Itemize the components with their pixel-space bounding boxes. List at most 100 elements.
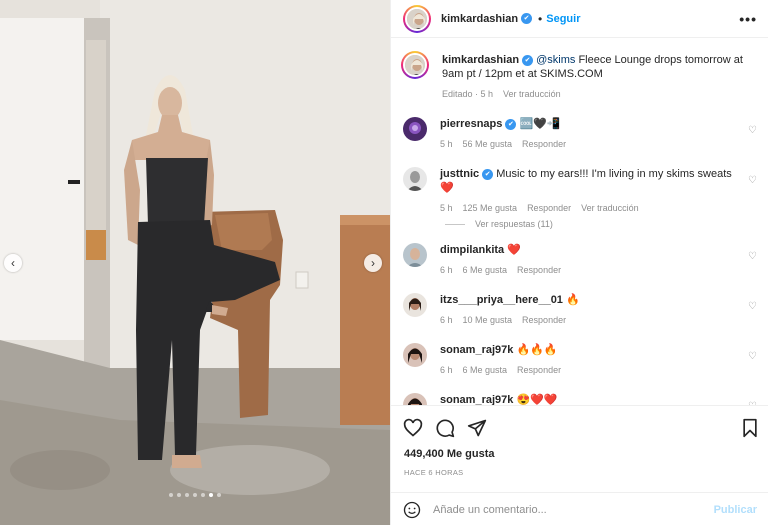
caption-username[interactable]: kimkardashian <box>442 54 519 66</box>
comment-item: sonam_raj97k 🔥🔥🔥 6 h6 Me gusta Responder … <box>403 343 763 375</box>
verified-badge-icon: ✔ <box>521 13 533 24</box>
comment-time: 5 h <box>440 203 453 213</box>
comment-time: 6 h <box>440 315 453 325</box>
comment-input[interactable] <box>433 503 714 516</box>
carousel-dot <box>209 493 213 497</box>
post-actions: 449,400 Me gusta HACE 6 HORAS Publicar <box>391 405 768 525</box>
carousel-dots <box>0 493 390 497</box>
view-replies-button[interactable]: Ver respuestas (11) <box>445 219 553 229</box>
comment-text: 🔥🔥🔥 <box>516 344 558 356</box>
post-header: kimkardashian ✔ • Seguir ••• <box>391 0 768 38</box>
post-photo[interactable]: ‹ › <box>0 0 390 525</box>
post-time: HACE 6 HORAS <box>404 468 464 477</box>
emoji-icon[interactable] <box>403 501 421 519</box>
comment-likes[interactable]: 6 Me gusta <box>463 365 508 375</box>
view-replies-label[interactable]: Ver respuestas (11) <box>475 219 553 229</box>
caption-meta: Editado · 5 h Ver traducción <box>442 89 561 99</box>
author-avatar[interactable] <box>403 4 431 33</box>
avatar-image <box>403 343 427 367</box>
comment-text: 🔥 <box>566 294 580 306</box>
carousel-dot <box>169 493 173 497</box>
reply-button[interactable]: Responder <box>517 265 561 275</box>
replies-line <box>445 223 465 225</box>
reply-button[interactable]: Responder <box>522 139 566 149</box>
carousel-dot <box>177 493 181 497</box>
like-comment-heart-icon[interactable]: ♡ <box>748 301 757 312</box>
comments-list[interactable]: kimkardashian ✔ @skims Fleece Lounge drop… <box>391 39 768 405</box>
comment-time: 6 h <box>440 265 453 275</box>
save-bookmark-icon[interactable] <box>741 418 759 438</box>
caption-edited: Editado <box>442 89 473 99</box>
commenter-avatar[interactable] <box>403 243 427 267</box>
comment-time: 6 h <box>440 365 453 375</box>
comment-username[interactable]: sonam_raj97k <box>440 394 513 405</box>
comment-username[interactable]: itzs___priya__here__01 <box>440 294 563 306</box>
comment-likes[interactable]: 6 Me gusta <box>463 265 508 275</box>
comment-bubble-icon[interactable] <box>435 418 455 438</box>
verified-badge-icon: ✔ <box>505 118 517 130</box>
publish-button[interactable]: Publicar <box>714 504 757 516</box>
reply-button[interactable]: Responder <box>527 203 571 213</box>
post-caption: kimkardashian ✔ @skims Fleece Lounge drop… <box>401 51 763 99</box>
commenter-avatar[interactable] <box>403 293 427 317</box>
like-heart-icon[interactable] <box>403 418 423 438</box>
reply-button[interactable]: Responder <box>517 365 561 375</box>
caption-text: kimkardashian ✔ @skims Fleece Lounge drop… <box>442 53 755 81</box>
comment-likes[interactable]: 10 Me gusta <box>463 315 513 325</box>
like-comment-heart-icon[interactable]: ♡ <box>748 175 757 186</box>
comment-likes[interactable]: 56 Me gusta <box>463 139 513 149</box>
avatar-image <box>403 393 427 405</box>
comment-item: pierresnaps ✔ 🆒🖤📲 5 h 56 Me gusta Responder… <box>403 117 763 149</box>
like-comment-heart-icon[interactable]: ♡ <box>748 251 757 262</box>
avatar-image <box>407 8 427 29</box>
avatar-image <box>403 167 427 191</box>
verified-badge-icon: ✔ <box>482 168 494 180</box>
like-comment-heart-icon[interactable]: ♡ <box>748 351 757 362</box>
add-comment-bar: Publicar <box>391 492 768 525</box>
caption-avatar[interactable] <box>401 51 429 79</box>
more-options-icon[interactable]: ••• <box>739 11 757 27</box>
verified-badge-icon: ✔ <box>522 54 534 66</box>
avatar-image <box>405 55 425 75</box>
action-icons <box>403 418 487 438</box>
separator-dot: • <box>538 11 543 26</box>
likes-count[interactable]: 449,400 Me gusta <box>404 448 495 460</box>
comment-item: sonam_raj97k 😍❤️❤️ ♡ <box>403 393 763 405</box>
carousel-dot <box>185 493 189 497</box>
post-side-panel: kimkardashian ✔ • Seguir ••• kimkardashi… <box>390 0 768 525</box>
comment-item: dimpilankita ❤️ 6 h 6 Me gusta Responder ♡ <box>403 243 763 275</box>
avatar-image <box>403 243 427 267</box>
carousel-dot <box>201 493 205 497</box>
carousel-next-button[interactable]: › <box>364 254 382 272</box>
avatar-image <box>403 293 427 317</box>
carousel-dot <box>217 493 221 497</box>
caption-translate-link[interactable]: Ver traducción <box>503 89 561 99</box>
caption-time: 5 h <box>480 89 494 99</box>
like-comment-heart-icon[interactable]: ♡ <box>748 125 757 136</box>
carousel-dot <box>193 493 197 497</box>
comment-item: itzs___priya__here__01 🔥 6 h 10 Me gusta R… <box>403 293 763 325</box>
comment-likes[interactable]: 125 Me gusta <box>463 203 518 213</box>
author-username[interactable]: kimkardashian <box>441 13 518 25</box>
commenter-avatar[interactable] <box>403 117 427 141</box>
avatar-image <box>403 117 427 141</box>
commenter-avatar[interactable] <box>403 167 427 191</box>
follow-button[interactable]: Seguir <box>546 13 580 25</box>
comment-username[interactable]: dimpilankita <box>440 244 504 256</box>
comment-item: justtnic ✔ Music to my ears!!! I'm living… <box>403 167 763 213</box>
comment-username[interactable]: justtnic <box>440 168 479 180</box>
chevron-left-icon: ‹ <box>11 256 15 270</box>
caption-mention[interactable]: @skims <box>536 54 575 66</box>
commenter-avatar[interactable] <box>403 393 427 405</box>
chevron-right-icon: › <box>371 256 375 270</box>
share-paper-plane-icon[interactable] <box>467 418 487 438</box>
comment-text: 🆒🖤📲 <box>519 118 561 130</box>
comment-time: 5 h <box>440 139 453 149</box>
comment-username[interactable]: sonam_raj97k <box>440 344 513 356</box>
translate-link[interactable]: Ver traducción <box>581 203 639 213</box>
reply-button[interactable]: Responder <box>522 315 566 325</box>
carousel-prev-button[interactable]: ‹ <box>4 254 22 272</box>
comment-username[interactable]: pierresnaps <box>440 118 502 130</box>
comment-text: 😍❤️❤️ <box>516 394 558 405</box>
commenter-avatar[interactable] <box>403 343 427 367</box>
